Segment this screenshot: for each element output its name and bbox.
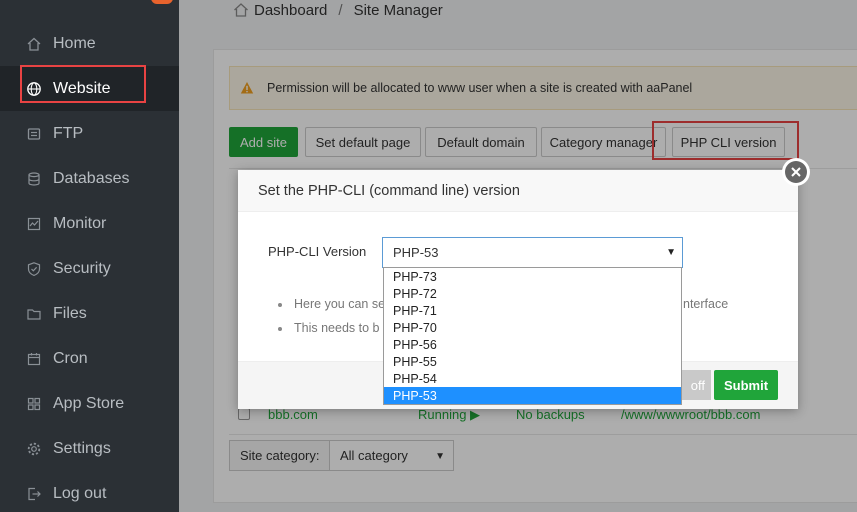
database-icon [26,171,42,187]
bullet-icon [278,326,282,331]
option-php-70[interactable]: PHP-70 [384,319,681,336]
hint-text: This needs to b [294,321,380,335]
option-php-55[interactable]: PHP-55 [384,353,681,370]
option-php-54[interactable]: PHP-54 [384,370,681,387]
sidebar-item-logout[interactable]: Log out [0,471,179,512]
sidebar-item-label: Security [53,259,111,277]
sidebar-item-files[interactable]: Files [0,291,179,336]
option-php-73[interactable]: PHP-73 [384,268,681,285]
hint-line-1: Here you can se [278,297,385,311]
php-cli-version-select[interactable]: PHP-53 ▼ [382,237,683,268]
sidebar-item-label: Home [53,34,96,52]
ftp-icon [26,126,42,142]
sidebar-item-label: App Store [53,394,125,412]
sidebar: Home Website FTP Databases Monitor Secur… [0,0,179,512]
globe-icon [26,81,42,97]
sidebar-item-settings[interactable]: Settings [0,426,179,471]
option-php-53[interactable]: PHP-53 [384,387,681,404]
sidebar-item-label: Monitor [53,214,107,232]
option-php-71[interactable]: PHP-71 [384,302,681,319]
sidebar-item-monitor[interactable]: Monitor [0,201,179,246]
hint-line-1-end: nterface [683,297,729,311]
close-icon [785,161,807,183]
sidebar-item-label: FTP [53,124,84,142]
sidebar-item-label: Website [53,79,111,97]
sidebar-item-ftp[interactable]: FTP [0,111,179,156]
home-icon [26,36,42,52]
logout-icon [26,486,42,502]
bullet-icon [278,302,282,307]
option-php-72[interactable]: PHP-72 [384,285,681,302]
sidebar-item-home[interactable]: Home [0,21,179,66]
monitor-icon [26,216,42,232]
sidebar-item-app-store[interactable]: App Store [0,381,179,426]
php-cli-selected-value: PHP-53 [393,245,439,260]
php-version-dropdown: PHP-73 PHP-72 PHP-71 PHP-70 PHP-56 PHP-5… [383,267,682,405]
sidebar-item-label: Cron [53,349,88,367]
sidebar-item-label: Databases [53,169,130,187]
sidebar-item-security[interactable]: Security [0,246,179,291]
sidebar-item-databases[interactable]: Databases [0,156,179,201]
sidebar-item-label: Files [53,304,87,322]
app-store-icon [26,396,42,412]
hint-text: Here you can se [294,297,386,311]
sidebar-item-cron[interactable]: Cron [0,336,179,381]
notification-badge [151,0,173,4]
php-cli-version-label: PHP-CLI Version [268,244,367,259]
modal-title: Set the PHP-CLI (command line) version [238,170,798,212]
submit-button[interactable]: Submit [714,370,778,400]
hint-line-2: This needs to b [278,321,379,335]
sidebar-item-label: Settings [53,439,111,457]
close-button[interactable] [782,158,810,186]
caret-down-icon: ▼ [666,247,676,258]
option-php-56[interactable]: PHP-56 [384,336,681,353]
folder-icon [26,306,42,322]
shield-icon [26,261,42,277]
sidebar-item-website[interactable]: Website [0,66,179,111]
sidebar-item-label: Log out [53,484,107,502]
gear-icon [26,441,42,457]
calendar-icon [26,351,42,367]
